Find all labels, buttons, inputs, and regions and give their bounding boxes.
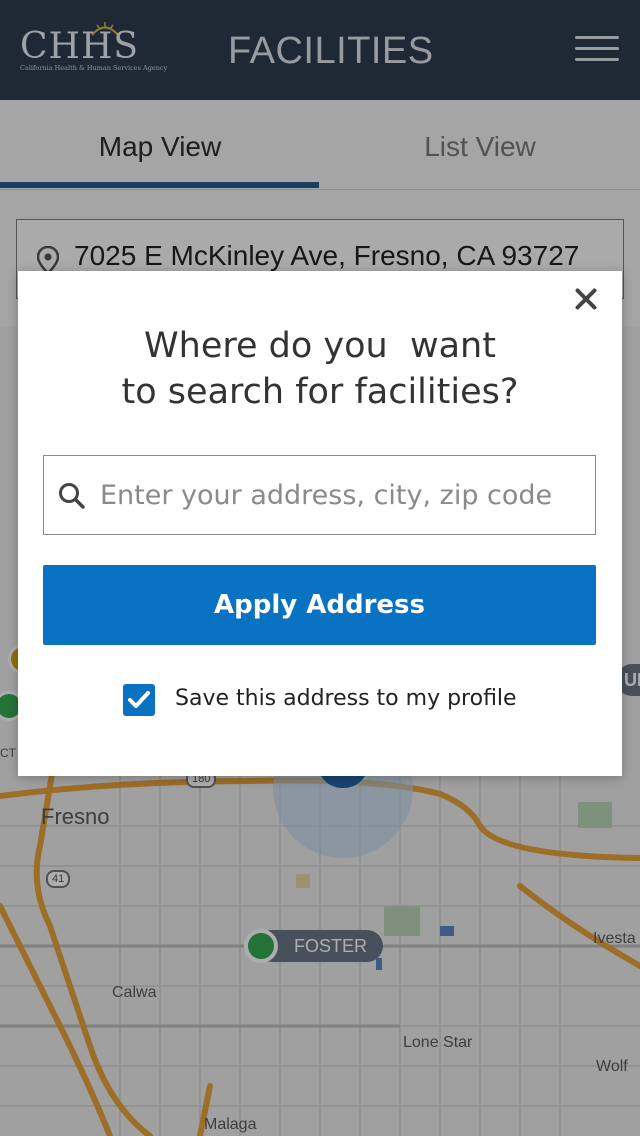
save-address-label: Save this address to my profile	[175, 686, 517, 711]
close-icon[interactable]	[572, 285, 600, 313]
checkmark-icon	[128, 691, 150, 708]
address-search-input[interactable]	[100, 470, 585, 520]
save-address-checkbox[interactable]	[123, 684, 155, 716]
save-address-row[interactable]: Save this address to my profile	[123, 684, 543, 718]
search-icon	[59, 483, 85, 509]
modal-title-line: Where do you want	[144, 326, 496, 366]
apply-address-button[interactable]: Apply Address	[43, 565, 596, 645]
address-search-modal: Where do you want to search for faciliti…	[18, 271, 622, 776]
modal-title-line: to search for facilities?	[121, 372, 519, 412]
address-search-box[interactable]	[43, 455, 596, 535]
modal-title: Where do you want to search for faciliti…	[18, 323, 622, 415]
